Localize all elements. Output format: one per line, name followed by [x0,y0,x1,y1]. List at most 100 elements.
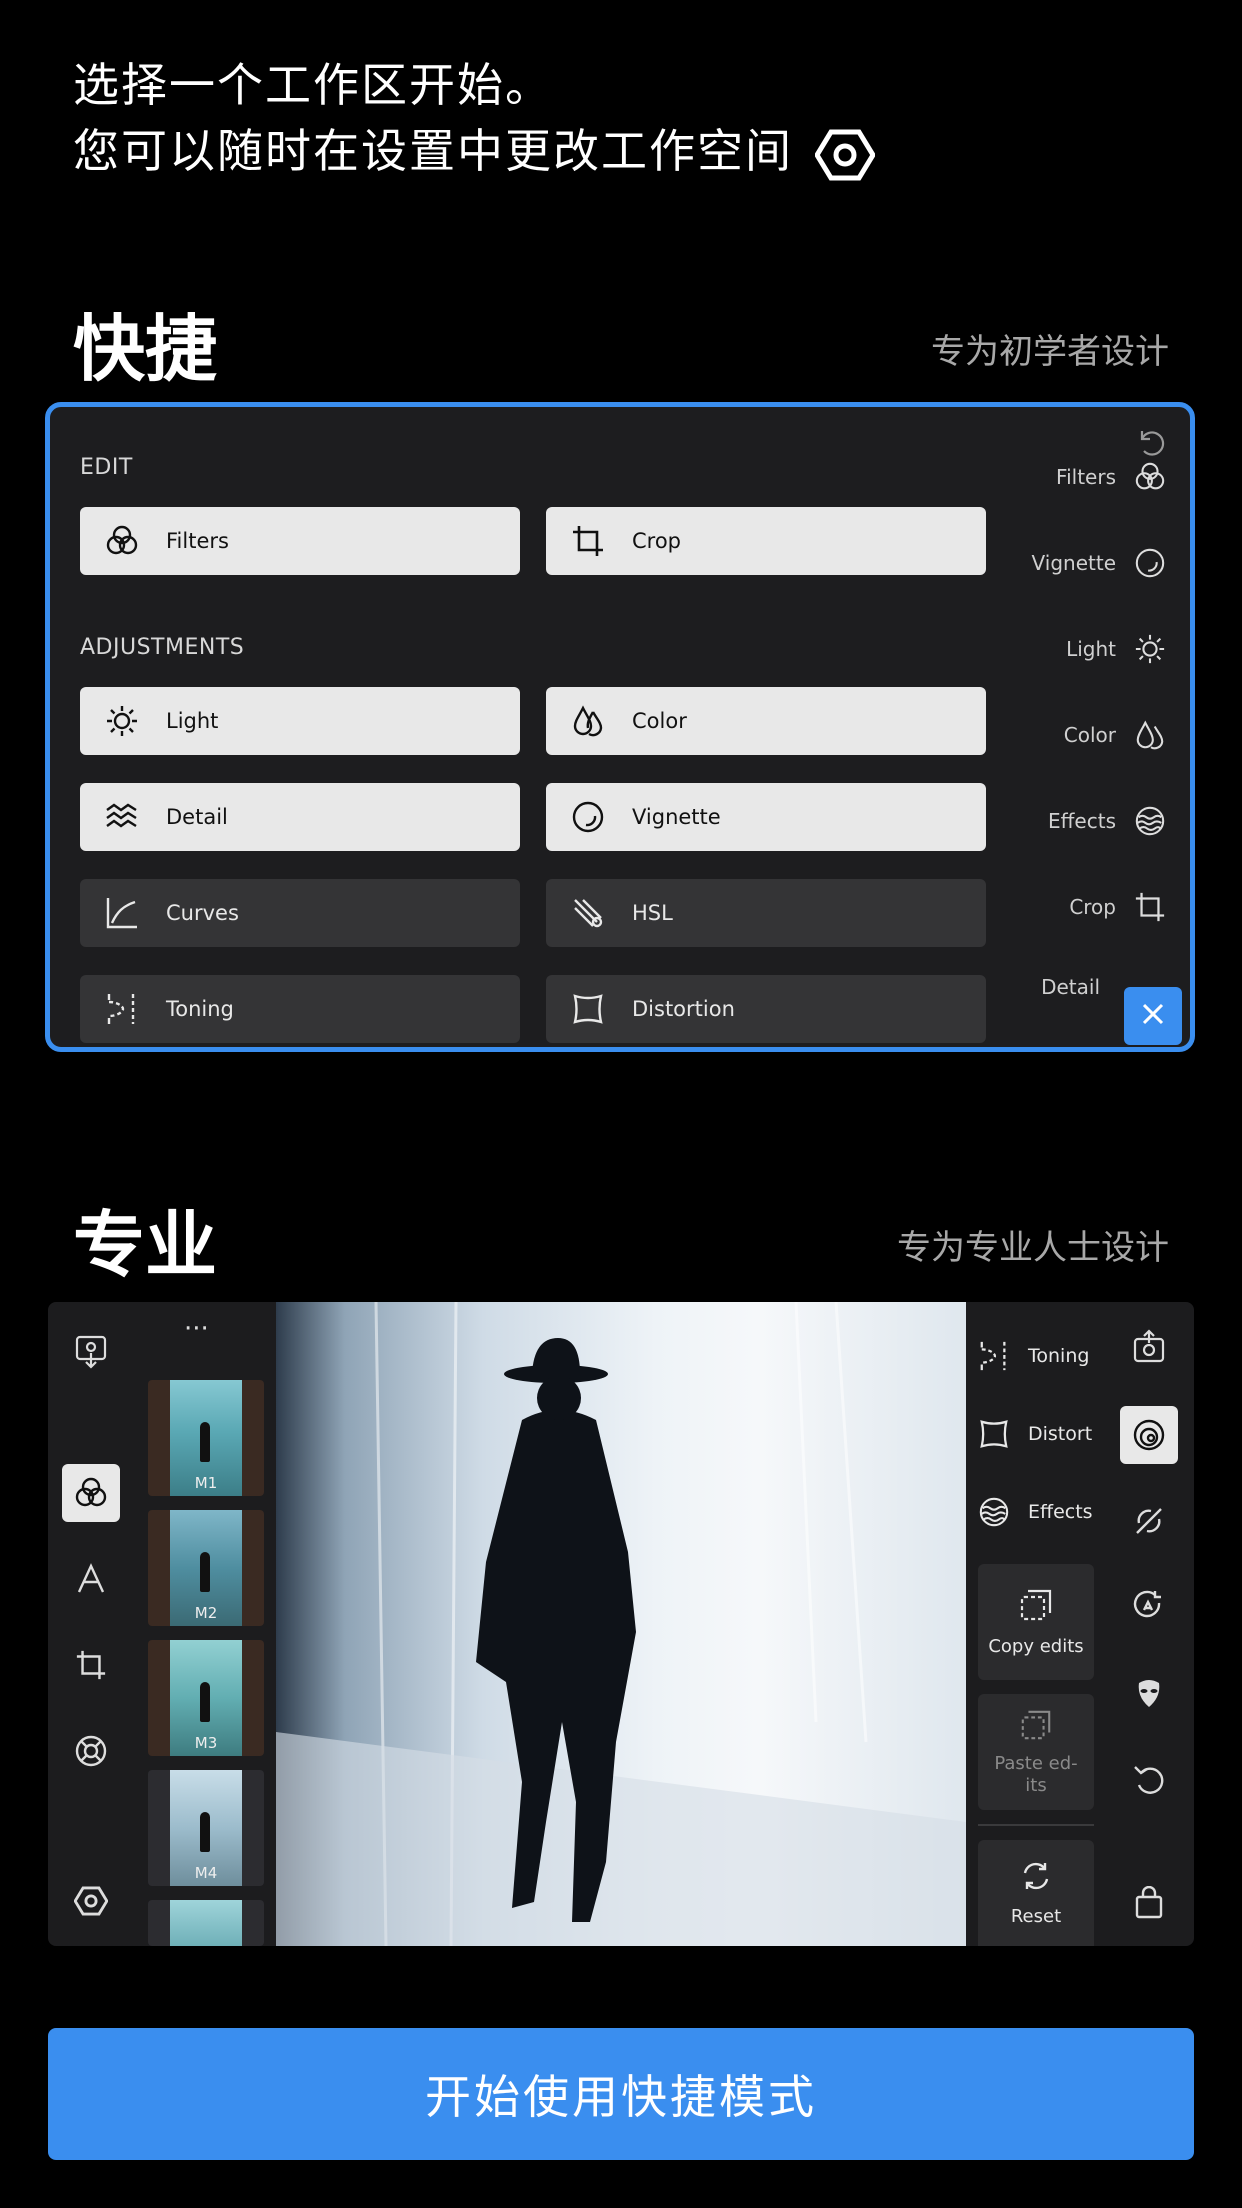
tool-light-label: Light [166,709,219,733]
tool-detail[interactable]: Detail [80,783,520,851]
undo-icon[interactable] [1132,425,1168,461]
heal-icon[interactable] [1120,1492,1178,1550]
tool-crop[interactable]: Crop [546,507,986,575]
hsl-icon [568,893,608,933]
thumb-label: M1 [194,1474,218,1492]
rail-effects[interactable]: Effects [1048,803,1168,839]
tool-vignette-label: Vignette [632,805,721,829]
pro-tool-toning-label: Toning [1028,1345,1090,1367]
pro-tool-distort-label: Distort [1028,1423,1093,1445]
copy-edits-button[interactable]: Copy edits [978,1564,1094,1680]
tool-crop-label: Crop [632,529,682,553]
thumb-image [170,1900,242,1946]
preset-thumb-m2[interactable]: M2 [148,1510,264,1626]
rail-filters[interactable]: Filters [1056,459,1168,495]
intro-line-1: 选择一个工作区开始。 [73,58,553,112]
rail-vignette[interactable]: Vignette [1032,545,1168,581]
thumb-figure [200,1422,210,1462]
paste-edits-button[interactable]: Paste ed- its [978,1694,1094,1810]
quick-workspace-card[interactable]: EDIT Filters Crop ADJUSTMENTS Light Colo… [45,402,1195,1052]
toning-icon [976,1338,1012,1374]
adjustments-section-label: ADJUSTMENTS [80,635,245,660]
rail-color[interactable]: Color [1064,717,1168,753]
tool-toning[interactable]: Toning [80,975,520,1043]
sun-icon [102,701,142,741]
divider [978,1824,1094,1826]
intro-line-2-text: 您可以随时在设置中更改工作空间 [73,124,793,178]
distortion-icon [568,989,608,1029]
export-icon[interactable] [1120,1318,1178,1376]
gear-hex-icon[interactable] [814,125,876,185]
edit-section-label: EDIT [80,455,133,480]
tool-filters[interactable]: Filters [80,507,520,575]
tool-color-label: Color [632,709,687,733]
rail-crop[interactable]: Crop [1069,889,1168,925]
pro-tool-effects[interactable]: Effects [976,1494,1093,1530]
thumb-label: M3 [194,1734,218,1752]
tool-toning-label: Toning [166,997,234,1021]
reset-icon [1019,1859,1053,1898]
more-button[interactable]: ··· [184,1314,209,1344]
close-icon [1139,1000,1167,1032]
thumb-figure [200,1812,210,1852]
face-mask-icon[interactable] [1120,1664,1178,1722]
tool-filters-label: Filters [166,529,229,553]
paste-edits-label: Paste ed- its [994,1752,1078,1796]
preview-photo [276,1302,966,1946]
pro-tool-toning[interactable]: Toning [976,1338,1089,1374]
rail-detail[interactable]: Detail [1041,975,1100,999]
preset-thumb-m3[interactable]: M3 [148,1640,264,1756]
paste-icon [1019,1708,1053,1747]
start-quick-mode-button[interactable]: 开始使用快捷模式 [48,2028,1194,2160]
lifebuoy-icon[interactable] [62,1722,120,1780]
preset-thumb-m4[interactable]: M4 [148,1770,264,1886]
rail-light[interactable]: Light [1066,631,1168,667]
rail-filters-label: Filters [1056,465,1116,489]
toning-icon [102,989,142,1029]
tool-detail-label: Detail [166,805,228,829]
quick-subtitle: 专为初学者设计 [931,332,1169,372]
distortion-icon [976,1416,1012,1452]
copy-icon [1018,1587,1054,1628]
vignette-icon [568,797,608,837]
preset-thumb-m1[interactable]: M1 [148,1380,264,1496]
auto-icon[interactable] [1120,1578,1178,1636]
close-button[interactable] [1124,987,1182,1045]
tool-color[interactable]: Color [546,687,986,755]
vignette-icon [1132,545,1168,581]
history-icon[interactable] [1120,1750,1178,1808]
pro-tool-effects-label: Effects [1028,1501,1093,1523]
tool-distortion[interactable]: Distortion [546,975,986,1043]
rail-detail-label: Detail [1041,975,1100,999]
pro-workspace-preview[interactable]: ··· M1 M2 M3 M4 Toning Distort Effects C… [48,1302,1194,1946]
effects-icon [976,1494,1012,1530]
settings-hex-icon[interactable] [62,1872,120,1930]
copy-edits-label: Copy edits [988,1636,1084,1657]
thumb-figure [200,1682,210,1722]
text-icon[interactable] [62,1550,120,1608]
tool-vignette[interactable]: Vignette [546,783,986,851]
rail-light-label: Light [1066,637,1116,661]
import-icon[interactable] [62,1322,120,1380]
tool-hsl[interactable]: HSL [546,879,986,947]
crop-icon[interactable] [62,1636,120,1694]
rail-crop-label: Crop [1069,895,1116,919]
quick-title: 快捷 [73,307,218,391]
pro-tool-distort[interactable]: Distort [976,1416,1092,1452]
shop-bag-icon[interactable] [1120,1874,1178,1932]
intro-line-2: 您可以随时在设置中更改工作空间 [73,118,876,185]
drops-icon [1132,717,1168,753]
tool-distortion-label: Distortion [632,997,735,1021]
tool-curves[interactable]: Curves [80,879,520,947]
tool-light[interactable]: Light [80,687,520,755]
preset-thumb-m5[interactable] [148,1900,264,1946]
pro-subtitle: 专为专业人士设计 [897,1228,1169,1268]
rail-vignette-label: Vignette [1031,551,1116,575]
thumb-label: M4 [194,1864,218,1882]
intro-text: 选择一个工作区开始。 您可以随时在设置中更改工作空间 [73,52,876,185]
looks-icon[interactable] [1120,1406,1178,1464]
reset-label: Reset [1010,1906,1062,1927]
filters-icon[interactable] [62,1464,120,1522]
tool-hsl-label: HSL [632,901,673,925]
reset-button[interactable]: Reset [978,1840,1094,1946]
